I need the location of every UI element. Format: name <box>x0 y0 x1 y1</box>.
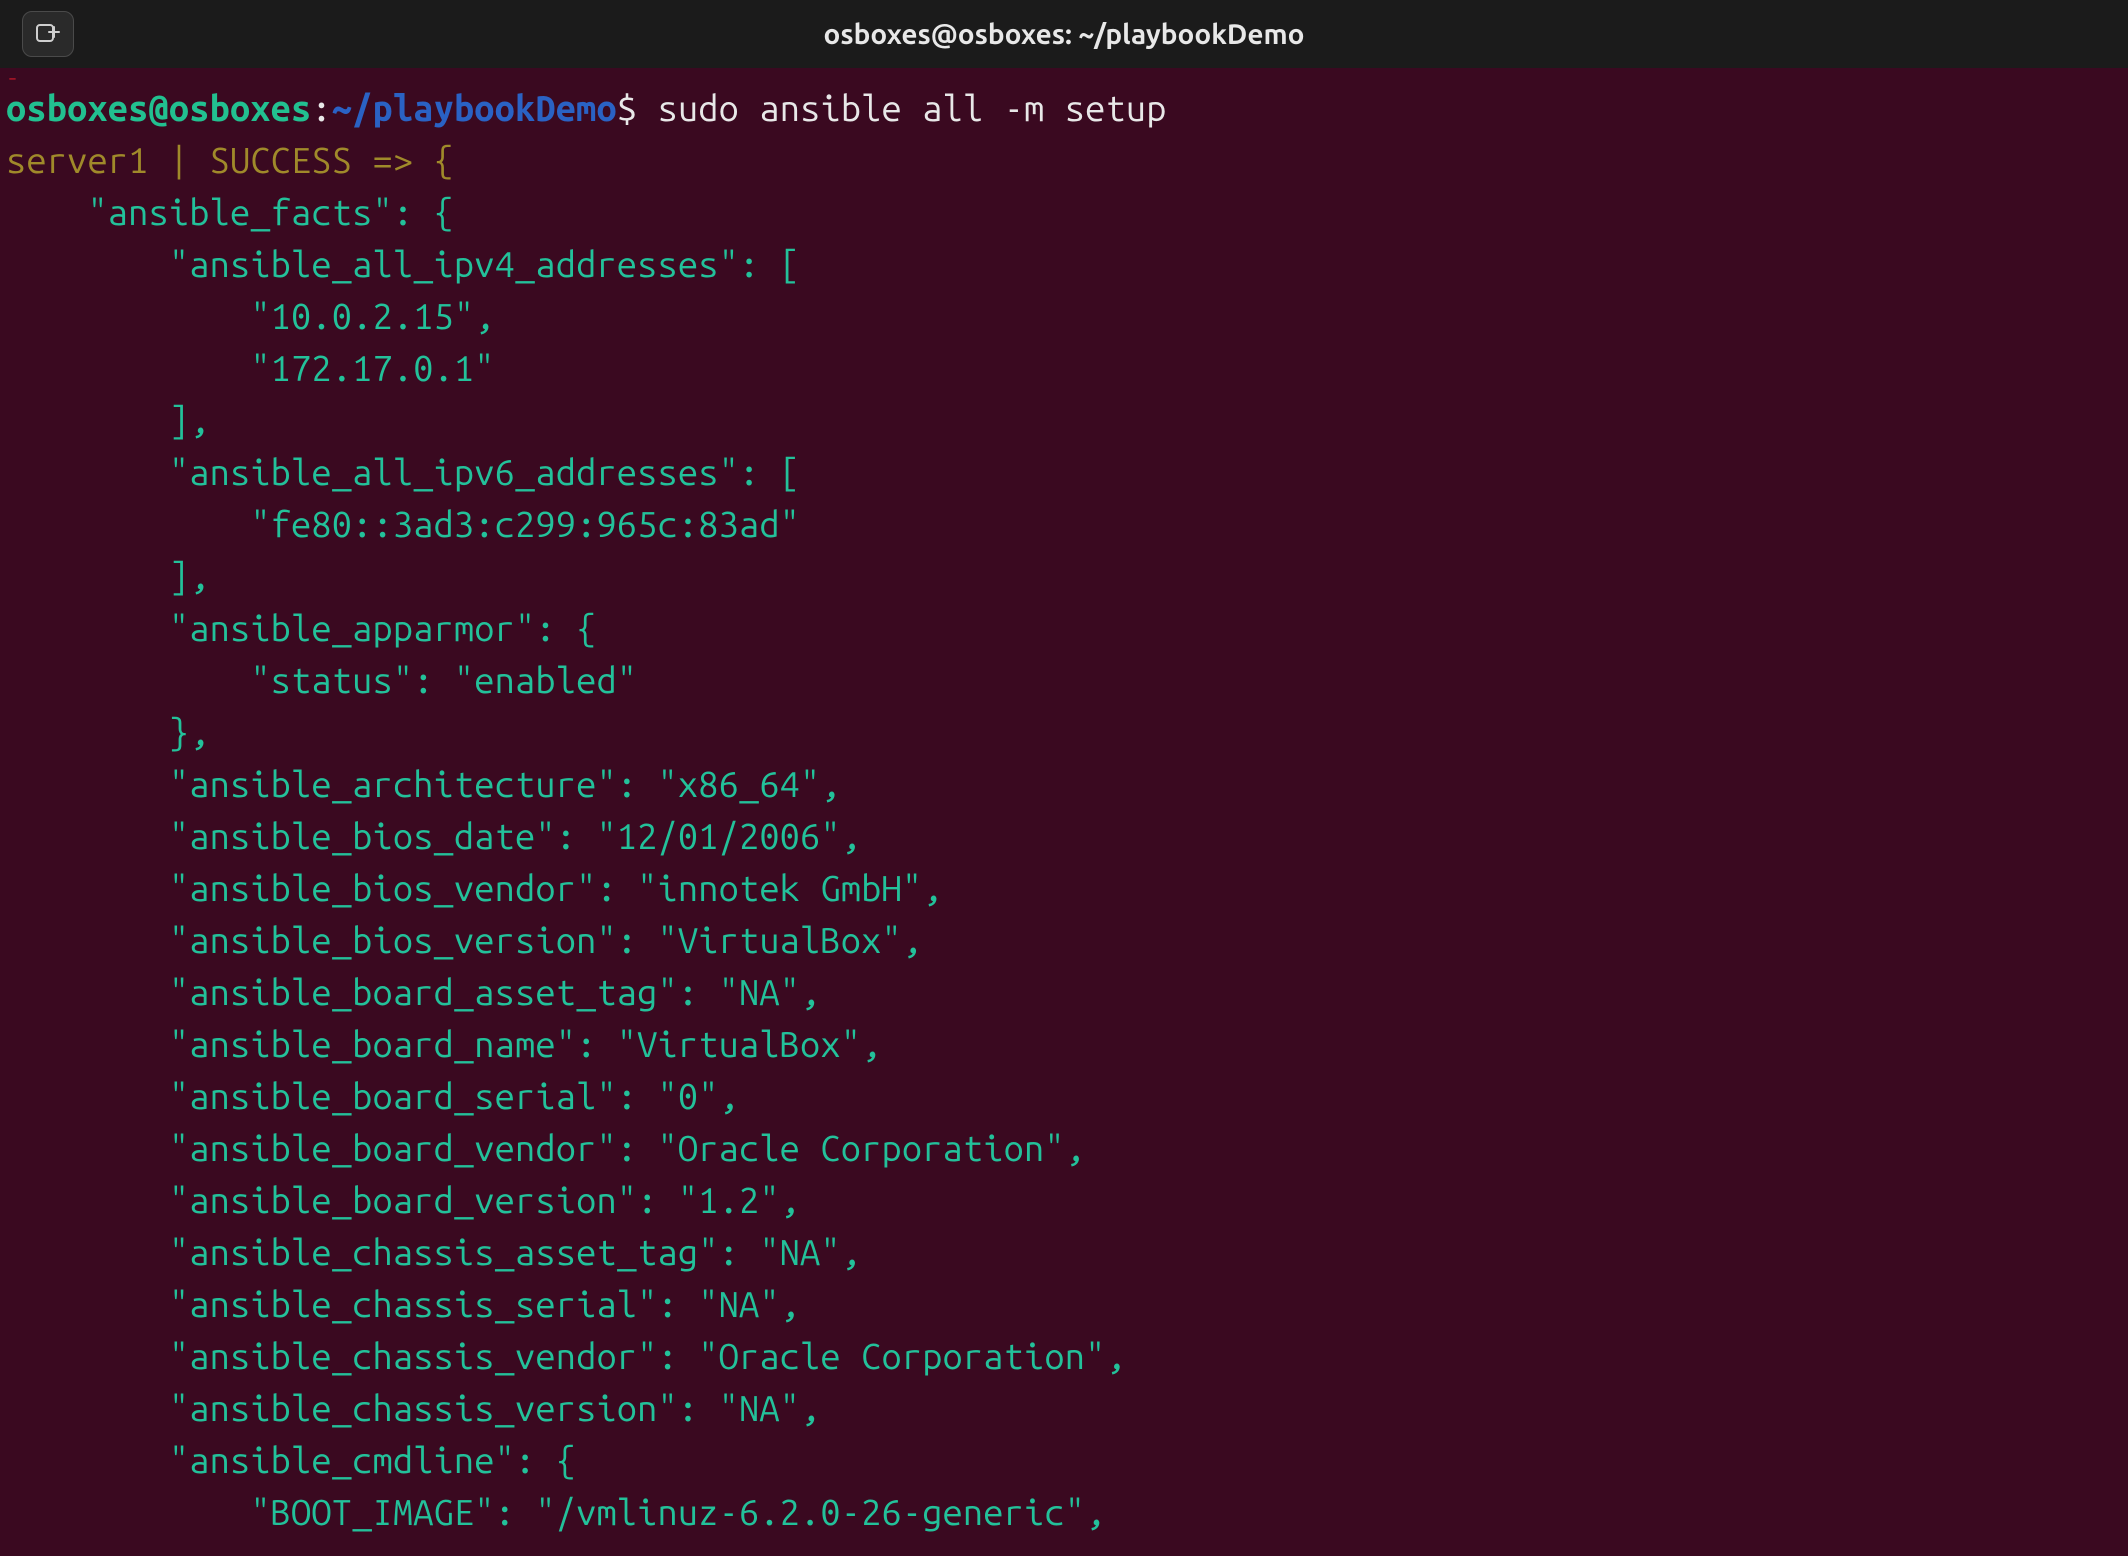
output-line: "ansible_all_ipv4_addresses": [ <box>6 243 800 284</box>
output-line: "fe80::3ad3:c299:965c:83ad" <box>6 503 800 544</box>
output-line: "status": "enabled" <box>6 659 637 700</box>
output-line: "ansible_bios_date": "12/01/2006", <box>6 815 861 856</box>
output-line: "ansible_apparmor": { <box>6 607 596 648</box>
output-line: "10.0.2.15", <box>6 295 495 336</box>
output-line: ], <box>6 399 210 440</box>
prompt-path: ~/playbookDemo <box>332 87 617 128</box>
output-line: "ansible_architecture": "x86_64", <box>6 763 841 804</box>
output-line: "BOOT_IMAGE": "/vmlinuz-6.2.0-26-generic… <box>6 1491 1105 1532</box>
prompt-command: sudo ansible all -m setup <box>658 87 1167 128</box>
terminal-output: osboxes@osboxes:~/playbookDemo$ sudo ans… <box>6 82 2122 1538</box>
output-line: "ansible_board_name": "VirtualBox", <box>6 1023 881 1064</box>
scroll-indicator: – <box>6 74 2122 82</box>
output-line: "ansible_board_serial": "0", <box>6 1075 739 1116</box>
prompt-user-host: osboxes@osboxes <box>6 87 311 128</box>
output-line: ], <box>6 555 210 596</box>
output-line: "ansible_chassis_asset_tag": "NA", <box>6 1231 861 1272</box>
terminal-viewport[interactable]: – osboxes@osboxes:~/playbookDemo$ sudo a… <box>0 68 2128 1556</box>
output-line: "172.17.0.1" <box>6 347 495 388</box>
output-line: }, <box>6 711 210 752</box>
window-title: osboxes@osboxes: ~/playbookDemo <box>0 19 2128 50</box>
output-line: "ansible_board_version": "1.2", <box>6 1179 800 1220</box>
output-line: "ansible_board_asset_tag": "NA", <box>6 971 820 1012</box>
output-line: "ansible_chassis_serial": "NA", <box>6 1283 800 1324</box>
output-line: "ansible_chassis_vendor": "Oracle Corpor… <box>6 1335 1126 1376</box>
output-host-status: server1 | SUCCESS => { <box>6 139 454 180</box>
output-line: "ansible_board_vendor": "Oracle Corporat… <box>6 1127 1085 1168</box>
output-line: "ansible_all_ipv6_addresses": [ <box>6 451 800 492</box>
window-titlebar: osboxes@osboxes: ~/playbookDemo <box>0 0 2128 68</box>
output-line: "ansible_bios_vendor": "innotek GmbH", <box>6 867 943 908</box>
output-line: "ansible_chassis_version": "NA", <box>6 1387 820 1428</box>
new-tab-icon <box>34 20 62 48</box>
new-tab-button[interactable] <box>22 11 74 57</box>
output-line: "ansible_cmdline": { <box>6 1439 576 1480</box>
output-line: "ansible_facts": { <box>6 191 454 232</box>
output-line: "ansible_bios_version": "VirtualBox", <box>6 919 922 960</box>
prompt-symbol: $ <box>617 87 637 128</box>
prompt-colon: : <box>311 87 331 128</box>
